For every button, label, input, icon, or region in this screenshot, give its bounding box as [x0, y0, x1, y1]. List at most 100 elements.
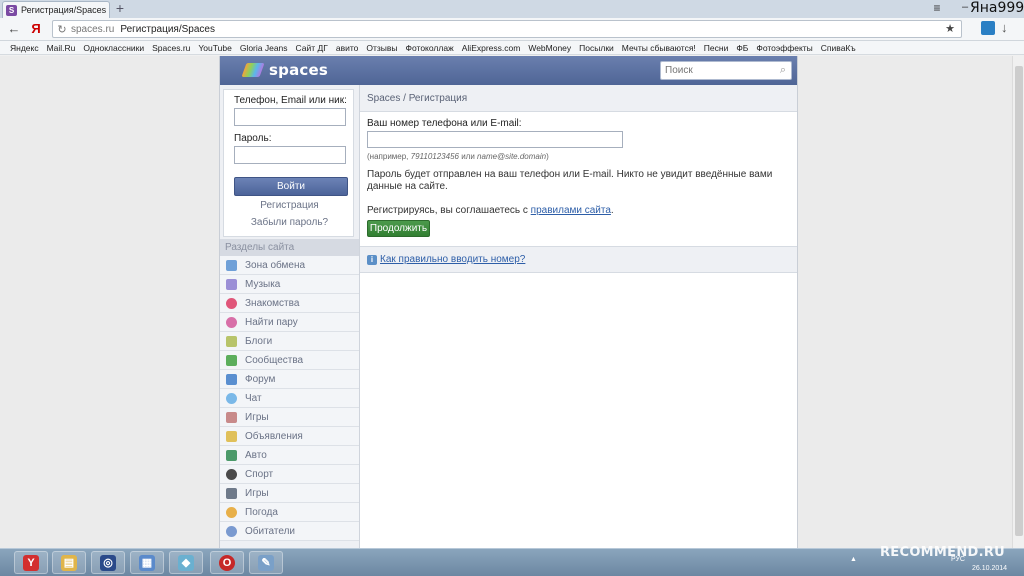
page-viewport: spaces ⌕ Телефон, Email или ник: Пароль:…: [0, 56, 1024, 548]
section-item-residents[interactable]: Обитатели: [220, 522, 359, 541]
gamepad-icon: [226, 487, 237, 499]
login-password-label: Пароль:: [234, 133, 272, 144]
section-item-games-2[interactable]: Игры: [220, 484, 359, 503]
section-item-games[interactable]: Игры: [220, 408, 359, 427]
taskbar-yandex-browser[interactable]: Y: [14, 551, 48, 574]
taskbar-app[interactable]: ◎: [91, 551, 125, 574]
section-item-blogs[interactable]: Блоги: [220, 332, 359, 351]
browser-menu-icon[interactable]: ≡: [930, 1, 944, 15]
agreement-end: .: [610, 205, 614, 216]
section-item-weather[interactable]: Погода: [220, 503, 359, 522]
continue-button[interactable]: Продолжить: [367, 220, 430, 237]
login-password-input[interactable]: [234, 146, 346, 164]
bookmark-gloria-jeans[interactable]: Gloria Jeans: [240, 43, 288, 53]
taskbar-file-explorer[interactable]: ▤: [52, 551, 86, 574]
bookmark-otzyvy[interactable]: Отзывы: [366, 43, 397, 53]
bookmark-youtube[interactable]: YouTube: [198, 43, 231, 53]
bookmark-odnoklassniki[interactable]: Одноклассники: [83, 43, 144, 53]
taskbar-opera[interactable]: O: [210, 551, 244, 574]
new-tab-button[interactable]: +: [113, 1, 127, 15]
section-item-music[interactable]: Музыка: [220, 275, 359, 294]
input-hint: (например, 79110123456 или name@site.dom…: [367, 152, 549, 161]
section-label: Блоги: [245, 335, 273, 347]
extension-icon[interactable]: [981, 21, 995, 35]
login-form: Телефон, Email или ник: Пароль: Войти Ре…: [223, 89, 354, 237]
bookmark-site-dg[interactable]: Сайт ДГ: [296, 43, 328, 53]
bookmark-aliexpress[interactable]: AliExpress.com: [462, 43, 521, 53]
section-item-find-pair[interactable]: Найти пару: [220, 313, 359, 332]
browser-tab-bar: S Регистрация/Spaces + ≡ – Яна999: [0, 0, 1024, 18]
forgot-password-link[interactable]: Забыли пароль?: [224, 217, 355, 228]
bookmark-spaces[interactable]: Spaces.ru: [152, 43, 190, 53]
section-item-dating[interactable]: Знакомства: [220, 294, 359, 313]
bookmark-webmoney[interactable]: WebMoney: [528, 43, 571, 53]
bookmark-mailru[interactable]: Mail.Ru: [47, 43, 76, 53]
page-scrollbar[interactable]: [1012, 56, 1024, 548]
browser-tab-active[interactable]: S Регистрация/Spaces: [2, 1, 110, 18]
user-icon: [226, 525, 237, 537]
taskbar-paint[interactable]: ✎: [249, 551, 283, 574]
bookmark-mechty[interactable]: Мечты сбываются!: [622, 43, 696, 53]
phone-help-link[interactable]: Как правильно вводить номер?: [380, 254, 525, 265]
bookmark-fotoeffekty[interactable]: Фотоэффекты: [756, 43, 812, 53]
section-item-communities[interactable]: Сообщества: [220, 351, 359, 370]
bookmark-yandex[interactable]: Яндекс: [10, 43, 39, 53]
people-icon: [226, 354, 237, 366]
user-name-label[interactable]: Яна999: [970, 0, 1024, 16]
sidebar: Телефон, Email или ник: Пароль: Войти Ре…: [220, 85, 360, 548]
hint-email: name@site.domain: [477, 152, 547, 161]
bookmark-avito[interactable]: авито: [336, 43, 359, 53]
ball-icon: [226, 468, 237, 480]
login-button[interactable]: Войти: [234, 177, 348, 196]
bookmark-spivak[interactable]: СпиваКъ: [821, 43, 856, 53]
search-box[interactable]: ⌕: [660, 61, 792, 80]
tray-date[interactable]: 26.10.2014: [972, 565, 1007, 572]
site-rules-link[interactable]: правилами сайта: [531, 205, 611, 216]
section-item-exchange[interactable]: Зона обмена: [220, 256, 359, 275]
car-icon: [226, 449, 237, 461]
section-label: Знакомства: [245, 297, 300, 309]
yandex-home-button[interactable]: Я: [28, 21, 44, 37]
section-item-forum[interactable]: Форум: [220, 370, 359, 389]
register-link[interactable]: Регистрация: [224, 200, 355, 211]
spaces-logo-icon[interactable]: [241, 63, 265, 77]
tray-arrow-icon[interactable]: ▲: [850, 556, 857, 563]
search-icon[interactable]: ⌕: [780, 64, 786, 77]
bookmarks-bar: Яндекс Mail.Ru Одноклассники Spaces.ru Y…: [0, 41, 1024, 55]
bookmark-posylki[interactable]: Посылки: [579, 43, 614, 53]
address-bar[interactable]: ↻ spaces.ru Регистрация/Spaces ★: [52, 20, 962, 38]
login-phone-input[interactable]: [234, 108, 346, 126]
sections-header: Разделы сайта: [220, 239, 359, 256]
section-item-auto[interactable]: Авто: [220, 446, 359, 465]
phone-email-input[interactable]: [367, 131, 623, 148]
section-label: Игры: [245, 487, 269, 499]
main-content: Spaces / Регистрация Ваш номер телефона …: [360, 85, 797, 548]
heart-icon: [226, 297, 237, 309]
section-item-sport[interactable]: Спорт: [220, 465, 359, 484]
paint-icon: ✎: [258, 554, 274, 571]
bookmark-fb[interactable]: ФБ: [736, 43, 748, 53]
section-label: Зона обмена: [245, 259, 306, 271]
bookmark-star-icon[interactable]: ★: [945, 22, 955, 35]
search-input[interactable]: [661, 64, 775, 77]
bookmark-pesni[interactable]: Песни: [704, 43, 729, 53]
site-logo[interactable]: spaces: [269, 61, 328, 79]
tray-lang[interactable]: РУС: [951, 556, 965, 563]
taskbar-notes-app[interactable]: ◆: [169, 551, 203, 574]
section-item-ads[interactable]: Объявления: [220, 427, 359, 446]
bookmark-fotokollazh[interactable]: Фотоколлаж: [406, 43, 454, 53]
chat-icon: [226, 392, 237, 404]
hint-suffix: ): [546, 152, 549, 161]
site-header: spaces ⌕: [220, 56, 797, 85]
minimize-button[interactable]: –: [962, 1, 968, 13]
section-label: Сообщества: [245, 354, 304, 366]
scrollbar-thumb[interactable]: [1015, 66, 1023, 536]
url-page-title: Регистрация/Spaces: [120, 23, 215, 35]
hint-phone: 79110123456: [410, 152, 459, 161]
back-button[interactable]: ←: [6, 21, 22, 37]
section-label: Авто: [245, 449, 267, 461]
refresh-icon[interactable]: ↻: [55, 23, 69, 36]
downloads-icon[interactable]: ↓: [1001, 20, 1008, 35]
taskbar-picture-viewer[interactable]: ▦: [130, 551, 164, 574]
section-item-chat[interactable]: Чат: [220, 389, 359, 408]
